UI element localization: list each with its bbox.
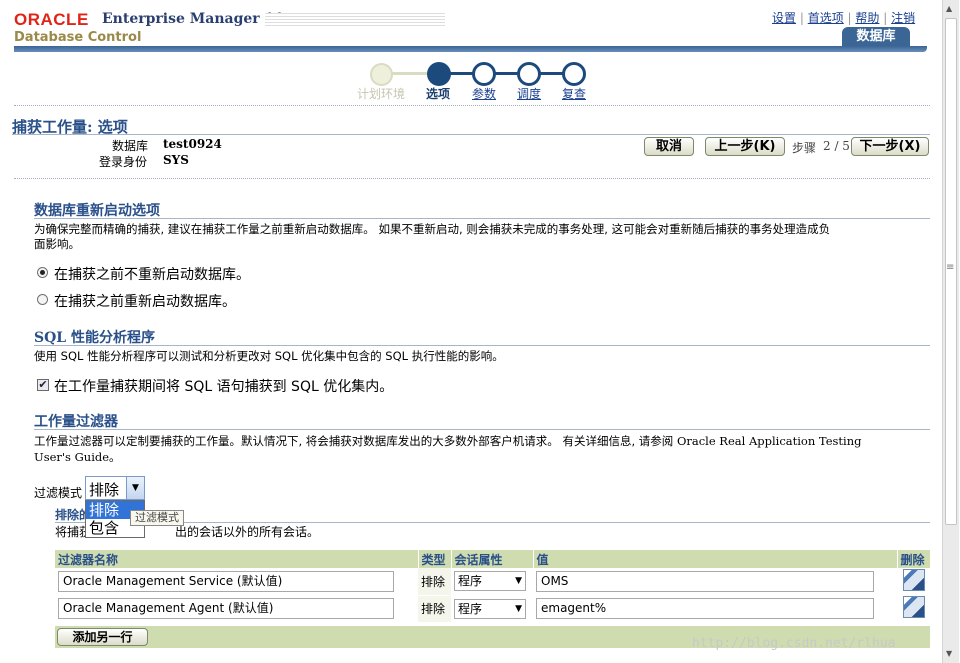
attr-select[interactable]: 程序 ▼ <box>454 571 526 592</box>
link-help[interactable]: 帮助 <box>855 11 879 25</box>
filter-mode-value: 排除 <box>89 481 120 499</box>
title-underline <box>12 134 930 135</box>
header-stripes <box>265 13 445 27</box>
train-stop-2 <box>427 62 451 86</box>
chevron-down-icon: ▼ <box>515 603 522 614</box>
attr-select[interactable]: 程序 ▼ <box>454 598 526 619</box>
divider <box>14 178 930 179</box>
divider <box>14 105 930 106</box>
scroll-up-icon[interactable]: ▲ <box>946 4 952 13</box>
filter-mode-label: 过滤模式 <box>34 486 83 500</box>
filter-name-input[interactable]: Oracle Management Agent (默认值) <box>58 598 394 619</box>
next-button[interactable]: 下一步(X) <box>851 137 929 156</box>
filter-desc-ref: Oracle Real Application Testing <box>676 434 862 448</box>
train-stop-4[interactable] <box>517 62 541 86</box>
filter-desc-2: User's Guide。 <box>34 450 121 464</box>
col-attr: 会话属性 <box>451 550 534 568</box>
filter-heading: 工作量过滤器 <box>34 414 118 430</box>
watermark: http://blog.csdn.net/rlhua <box>692 636 896 651</box>
train-label-5[interactable]: 复查 <box>562 85 586 102</box>
radio-restart-label: 在捕获之前重新启动数据库。 <box>54 294 236 310</box>
sqlset-checkbox[interactable]: ✔ <box>37 379 49 391</box>
scroll-down-icon[interactable]: ▼ <box>946 649 952 658</box>
filter-desc-text: 工作量过滤器可以定制要捕获的工作量。默认情况下, 将会捕获对数据库发出的大多数外… <box>34 434 674 448</box>
col-name: 过滤器名称 <box>55 550 419 568</box>
train-line <box>438 72 574 75</box>
spa-heading: SQL 性能分析程序 <box>34 330 156 346</box>
restart-heading: 数据库重新启动选项 <box>34 203 160 219</box>
restart-underline <box>34 218 930 219</box>
filter-mode-select[interactable]: 排除 ▼ <box>85 476 145 500</box>
header-bar <box>14 46 927 52</box>
link-settings[interactable]: 设置 <box>772 11 796 25</box>
train-stop-1 <box>370 63 393 86</box>
cell-name: Oracle Management Agent (默认值) <box>55 595 418 623</box>
back-button[interactable]: 上一步(K) <box>705 137 785 156</box>
table-header: 过滤器名称 类型 会话属性 值 删除 <box>55 550 930 568</box>
cell-attr: 程序 ▼ <box>451 568 533 596</box>
spa-desc: 使用 SQL 性能分析程序可以测试和分析更改对 SQL 优化集中包含的 SQL … <box>34 349 504 363</box>
filter-value-input[interactable]: OMS <box>536 570 874 592</box>
link-logout[interactable]: 注销 <box>891 11 915 25</box>
product-subtitle: Database Control <box>14 30 142 45</box>
train-label-1: 计划环境 <box>357 87 406 101</box>
product-name-text: Enterprise Manager 11 <box>102 11 284 27</box>
radio-restart[interactable] <box>37 294 48 305</box>
login-label: 登录身份 <box>99 155 148 169</box>
db-value: test0924 <box>163 137 222 151</box>
train-label-4[interactable]: 调度 <box>517 85 541 102</box>
add-row-button[interactable]: 添加另一行 <box>57 628 148 646</box>
attr-select-value: 程序 <box>458 574 483 589</box>
train-stop-5[interactable] <box>562 62 586 86</box>
tooltip: 过滤模式 <box>130 510 184 526</box>
table-row: Oracle Management Service (默认值) 排除 程序 ▼ O… <box>55 568 930 596</box>
cell-type: 排除 <box>418 568 451 596</box>
login-value: SYS <box>163 153 189 167</box>
attr-select-value: 程序 <box>458 601 483 616</box>
cell-delete <box>897 568 930 596</box>
col-type: 类型 <box>418 550 452 568</box>
cell-value: emagent% <box>533 595 897 623</box>
filter-name-input[interactable]: Oracle Management Service (默认值) <box>58 570 394 592</box>
sep: | <box>883 11 892 25</box>
chevron-down-icon[interactable]: ▼ <box>126 477 144 499</box>
restart-desc-2: 面影响。 <box>34 237 80 251</box>
radio-no-restart[interactable] <box>37 267 48 278</box>
db-label: 数据库 <box>112 139 149 153</box>
scroll-grip-icon: ≡ <box>946 262 955 273</box>
radio-no-restart-label: 在捕获之前不重新启动数据库。 <box>54 267 250 283</box>
table-row: Oracle Management Agent (默认值) 排除 程序 ▼ ema… <box>55 595 930 623</box>
cell-type: 排除 <box>418 595 451 623</box>
spa-underline <box>34 345 930 346</box>
tab-database[interactable]: 数据库 <box>842 27 910 47</box>
filter-table: 过滤器名称 类型 会话属性 值 删除 Oracle Management Ser… <box>55 550 930 623</box>
train-label-2: 选项 <box>426 87 451 101</box>
filter-underline <box>34 429 930 430</box>
train-label-3[interactable]: 参数 <box>472 85 496 102</box>
global-links: 设置 | 首选项 | 帮助 | 注销 <box>772 9 915 26</box>
col-delete: 删除 <box>897 550 930 568</box>
delete-icon[interactable] <box>902 596 925 618</box>
chevron-down-icon: ▼ <box>515 576 522 587</box>
col-value: 值 <box>533 550 898 568</box>
restart-desc: 为确保完整而精确的捕获, 建议在捕获工作量之前重新启动数据库。 如果不重新启动,… <box>34 222 831 236</box>
link-preferences[interactable]: 首选项 <box>808 11 844 25</box>
sub-desc-b: 出的会话以外的所有会话。 <box>175 525 320 539</box>
delete-icon[interactable] <box>902 568 925 591</box>
cell-value: OMS <box>533 568 897 596</box>
step-label: 步骤 <box>792 141 817 155</box>
cell-attr: 程序 ▼ <box>451 595 533 623</box>
cancel-button[interactable]: 取消 <box>644 137 694 156</box>
cell-name: Oracle Management Service (默认值) <box>55 568 418 596</box>
train-stop-3[interactable] <box>472 62 496 86</box>
cell-delete <box>897 595 930 623</box>
scrollbar[interactable]: ▲ ≡ ▼ <box>942 0 959 663</box>
filter-desc: 工作量过滤器可以定制要捕获的工作量。默认情况下, 将会捕获对数据库发出的大多数外… <box>34 433 861 449</box>
sep: | <box>799 11 808 25</box>
oracle-logo: ORACLE <box>14 10 89 29</box>
step-value: 2 / 5 <box>823 139 850 153</box>
filter-value-input[interactable]: emagent% <box>536 598 874 619</box>
sqlset-checkbox-label: 在工作量捕获期间将 SQL 语句捕获到 SQL 优化集内。 <box>54 379 394 395</box>
